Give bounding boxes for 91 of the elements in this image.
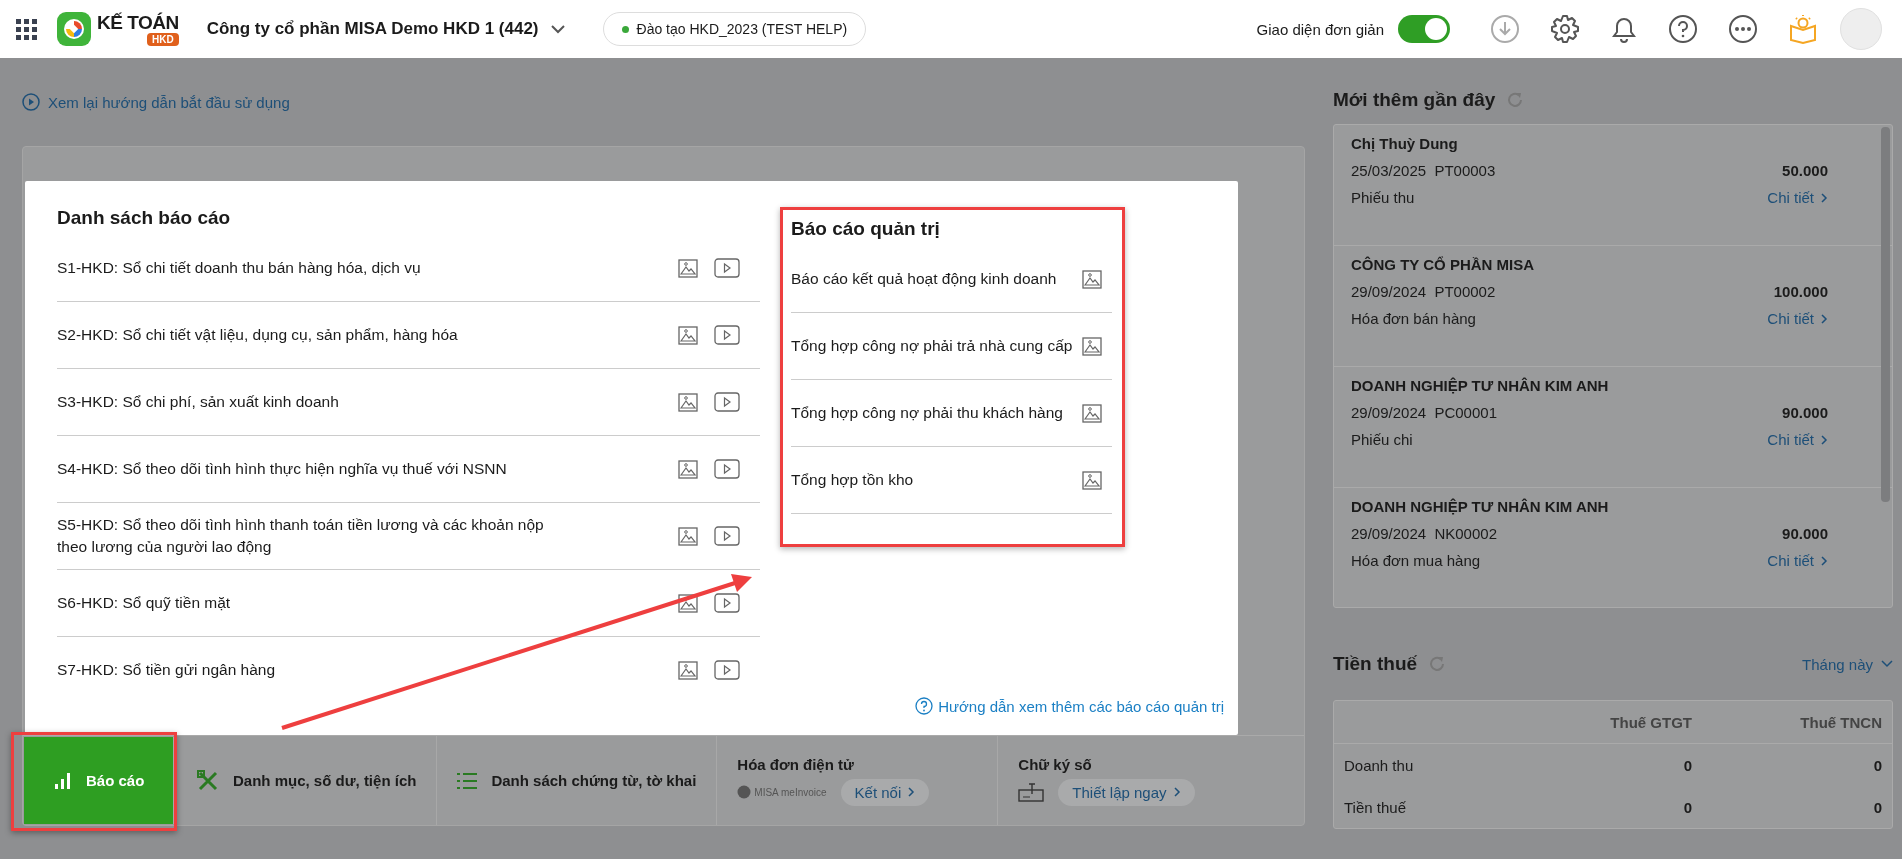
nav-button[interactable]: Danh mục, số dư, tiện ích [177, 736, 438, 825]
video-icon[interactable] [714, 258, 740, 278]
amount: 90.000 [1781, 525, 1828, 542]
report-link[interactable]: Báo cáo kết quả hoạt động kinh doanh [791, 268, 1073, 290]
video-icon[interactable] [714, 325, 740, 345]
report-link[interactable]: S4-HKD: Sổ theo dõi tình hình thực hiện nghĩa vụ thuế với NSNN [57, 458, 577, 480]
table-cell-text: Doanh thu [1344, 756, 1415, 774]
column-header: Thuế TNCN [1799, 713, 1882, 731]
table-cell-text: 0 [1872, 756, 1882, 774]
play-circle-icon [22, 93, 40, 111]
voucher-info: 25/03/2025 PT00003 [1351, 162, 1497, 179]
status-dot [621, 25, 629, 33]
image-icon[interactable] [1082, 336, 1103, 356]
partner-name: Chị Thuỳ Dung [1351, 135, 1459, 152]
table-cell-text: Tiền thuế [1344, 798, 1407, 816]
service-title: Chữ ký số [1018, 755, 1093, 773]
video-icon[interactable] [714, 660, 740, 680]
chevron-icon [1820, 554, 1828, 567]
invoice-logo: MISA meInvoice [737, 785, 827, 800]
voucher-info: 29/09/2024 PT00002 [1351, 283, 1497, 300]
report-link[interactable]: Tổng hợp công nợ phải thu khách hàng [791, 402, 1073, 424]
video-icon[interactable] [714, 593, 740, 613]
section-title: Danh sách báo cáo [57, 207, 232, 229]
voucher-info: 29/09/2024 NK00002 [1351, 525, 1498, 542]
report-link[interactable]: S5-HKD: Sổ theo dõi tình hình thanh toán tiền lương và các khoản nộp theo lương của người lao động [57, 514, 577, 558]
partner-name: DOANH NGHIỆP TƯ NHÂN KIM ANH [1351, 377, 1610, 394]
logo-badge: HKD [147, 32, 179, 46]
amount: 100.000 [1772, 283, 1828, 300]
chevron-icon [1820, 191, 1828, 204]
chevron-icon [1820, 312, 1828, 325]
report-link[interactable]: S1-HKD: Sổ chi tiết doanh thu bán hàng hóa, dịch vụ [57, 257, 577, 279]
chevron-down-icon [1881, 660, 1893, 668]
video-icon[interactable] [714, 459, 740, 479]
video-icon[interactable] [714, 392, 740, 412]
list-icon [457, 771, 478, 790]
image-icon[interactable] [678, 459, 698, 479]
report-link[interactable]: S2-HKD: Sổ chi tiết vật liệu, dụng cụ, sản phẩm, hàng hóa [57, 324, 577, 346]
amount: 90.000 [1781, 404, 1828, 421]
company-selector[interactable]: Công ty cổ phần MISA Demo HKD 1 (442) [206, 19, 565, 39]
report-link[interactable]: Tổng hợp tồn kho [791, 469, 1073, 491]
image-icon[interactable] [678, 660, 698, 680]
settings-icon[interactable] [1550, 14, 1580, 44]
chevron-icon [907, 786, 916, 799]
voucher-type: Phiếu thu [1351, 189, 1416, 206]
partner-name: DOANH NGHIỆP TƯ NHÂN KIM ANH [1351, 498, 1610, 515]
image-icon[interactable] [678, 258, 698, 278]
connect-button[interactable]: Thiết lập ngay [1058, 778, 1195, 806]
voucher-info: 29/09/2024 PC00001 [1351, 404, 1498, 421]
signature-icon [1018, 782, 1045, 803]
app-logo-icon [57, 12, 91, 46]
report-link[interactable]: S7-HKD: Sổ tiền gửi ngân hàng [57, 659, 577, 681]
nav-button[interactable]: Danh sách chứng từ, tờ khai [437, 736, 718, 825]
panel-title: Tiền thuế [1333, 653, 1418, 675]
section-title: Báo cáo quản trị [791, 218, 941, 240]
chevron-icon [1820, 433, 1828, 446]
voucher-type: Phiếu chi [1351, 431, 1414, 448]
logo-title: KẾ TOÁN [97, 12, 179, 33]
voucher-type: Hóa đơn bán hàng [1351, 310, 1477, 327]
apps-menu-icon[interactable] [16, 18, 37, 40]
help-icon[interactable] [1668, 14, 1698, 44]
bar-chart-icon [54, 771, 72, 790]
tools-icon [197, 769, 219, 792]
connect-button[interactable]: Kết nối [840, 778, 930, 806]
table-cell-text: 0 [1682, 798, 1692, 816]
panel-title: Mới thêm gần đây [1333, 89, 1496, 111]
chevron-down-icon [550, 24, 565, 34]
simple-mode-toggle[interactable] [1398, 15, 1450, 43]
chevron-icon [1172, 786, 1181, 799]
report-link[interactable]: S6-HKD: Sổ quỹ tiền mặt [57, 592, 577, 614]
simple-mode-label: Giao diện đơn giản [1256, 20, 1384, 38]
image-icon[interactable] [1082, 470, 1103, 490]
video-icon[interactable] [714, 526, 740, 546]
voucher-type: Hóa đơn mua hàng [1351, 552, 1482, 569]
report-link[interactable]: S3-HKD: Sổ chi phí, sản xuất kinh doanh [57, 391, 577, 413]
report-link[interactable]: Tổng hợp công nợ phải trả nhà cung cấp [791, 335, 1073, 357]
service-title: Hóa đơn điện tử [737, 755, 855, 773]
image-icon[interactable] [1082, 403, 1103, 423]
help-link[interactable]: Hướng dẫn xem thêm các báo cáo quản trị [915, 697, 1224, 716]
more-icon[interactable] [1728, 14, 1758, 44]
table-cell-text: 0 [1872, 798, 1882, 816]
help-icon [915, 697, 934, 716]
image-icon[interactable] [678, 325, 698, 345]
scrollbar-thumb[interactable] [1881, 127, 1890, 502]
column-header: Thuế GTGT [1609, 713, 1692, 731]
image-icon[interactable] [1082, 269, 1103, 289]
image-icon[interactable] [678, 526, 698, 546]
image-icon[interactable] [678, 593, 698, 613]
amount: 50.000 [1781, 162, 1828, 179]
table-cell-text: 0 [1682, 756, 1692, 774]
partner-name: CÔNG TY CỔ PHẦN MISA [1351, 256, 1536, 273]
image-icon[interactable] [678, 392, 698, 412]
